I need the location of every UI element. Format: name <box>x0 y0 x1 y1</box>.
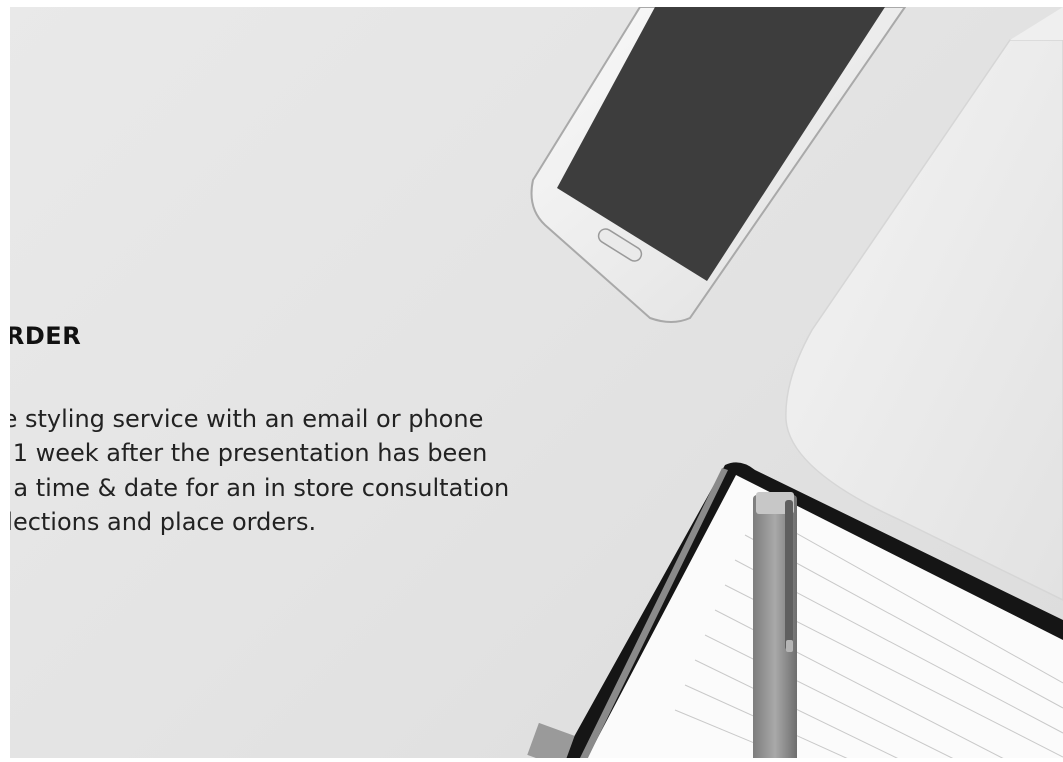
paragraph-line: selections and place orders. <box>0 507 317 536</box>
paragraph-line: e a time & date for an in store consulta… <box>0 473 510 502</box>
desk-scene <box>527 6 1063 762</box>
section-heading: ORDER <box>0 322 82 350</box>
frame-border-bottom <box>0 758 1063 762</box>
frame-border-left <box>0 0 10 762</box>
frame-border-top <box>0 0 1063 7</box>
paragraph-line: to 1 week after the presentation has bee… <box>0 439 488 468</box>
paragraph-line: the styling service with an email or pho… <box>0 405 484 433</box>
background-photo: ORDER the styling service with an email … <box>0 0 1063 762</box>
body-paragraph: the styling service with an email or pho… <box>0 402 600 539</box>
pen <box>753 492 797 762</box>
